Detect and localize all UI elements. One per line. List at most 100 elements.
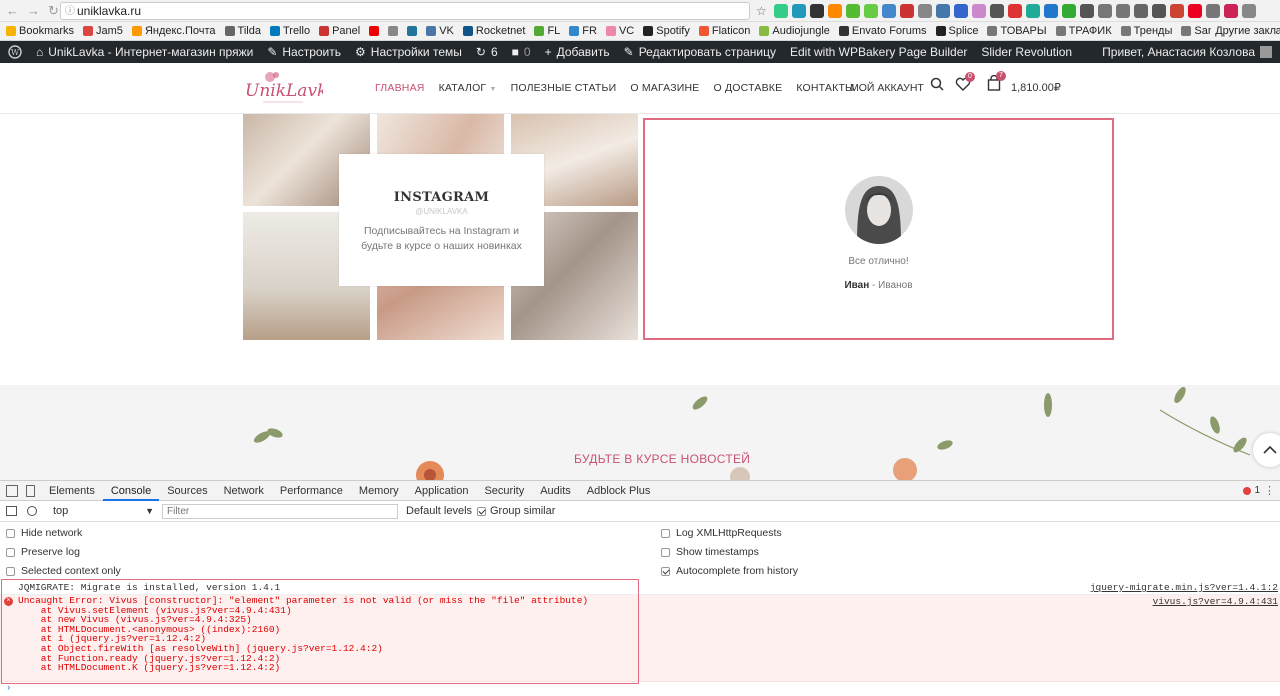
console-setting-option[interactable]: Show timestamps — [661, 546, 759, 558]
tab-security[interactable]: Security — [476, 481, 532, 501]
browser-extension-icon[interactable] — [1044, 4, 1058, 18]
bookmark-item[interactable]: ТРАФИК — [1055, 25, 1112, 37]
nav-item-delivery[interactable]: О ДОСТАВКЕ — [714, 82, 783, 94]
browser-extension-icon[interactable] — [1242, 4, 1256, 18]
setting-checkbox[interactable] — [661, 547, 670, 557]
context-selector[interactable]: top ▼ — [48, 504, 156, 519]
bookmark-item[interactable] — [407, 26, 418, 36]
bookmark-item[interactable]: Splice — [935, 25, 978, 37]
bookmark-item[interactable]: Trello — [269, 25, 310, 37]
instagram-card[interactable]: INSTAGRAM @UNIKLAVKA Подписывайтесь на I… — [339, 154, 544, 286]
browser-extension-icon[interactable] — [990, 4, 1004, 18]
browser-extension-icon[interactable] — [1188, 4, 1202, 18]
browser-extension-icon[interactable] — [1062, 4, 1076, 18]
bookmark-item[interactable]: ТОВАРЫ — [987, 25, 1047, 37]
site-logo[interactable]: UnikLavka — [243, 71, 337, 107]
log-levels-dropdown[interactable]: Default levels ▼ — [406, 505, 483, 517]
bookmark-item[interactable]: FR — [569, 25, 597, 37]
console-prompt-icon[interactable]: › — [6, 683, 11, 693]
stack-frame[interactable]: at HTMLDocument.K (jquery.js?ver=1.12.4:… — [18, 663, 1280, 673]
scroll-to-top-button[interactable] — [1253, 433, 1280, 467]
console-setting-option[interactable]: Selected context only — [6, 565, 121, 577]
setting-checkbox[interactable] — [6, 566, 15, 576]
browser-extension-icon[interactable] — [882, 4, 896, 18]
nav-item-about[interactable]: О МАГАЗИНЕ — [630, 82, 699, 94]
browser-extension-icon[interactable] — [774, 4, 788, 18]
browser-extension-icon[interactable] — [828, 4, 842, 18]
browser-extension-icon[interactable] — [1098, 4, 1112, 18]
nav-item-catalog[interactable]: КАТАЛОГ ▼ — [439, 82, 497, 94]
cart-total[interactable]: 1,810.00₽ — [1011, 81, 1061, 94]
bookmark-item[interactable]: Rocketnet — [462, 25, 525, 37]
info-icon[interactable]: ⓘ — [65, 4, 75, 20]
admin-add-new-link[interactable]: + Добавить — [545, 45, 610, 59]
bookmark-item[interactable]: Panel — [319, 25, 360, 37]
bookmark-item[interactable]: Audiojungle — [759, 25, 830, 37]
browser-extension-icon[interactable] — [936, 4, 950, 18]
bookmark-item[interactable]: Bookmarks — [6, 25, 74, 37]
admin-slider-link[interactable]: Slider Revolution — [981, 45, 1072, 59]
search-icon[interactable] — [930, 77, 944, 94]
admin-wpbakery-link[interactable]: Edit with WPBakery Page Builder — [790, 45, 967, 59]
bookmark-item[interactable]: Envato Forums — [838, 25, 927, 37]
clear-console-icon[interactable] — [27, 506, 37, 516]
bookmark-item[interactable]: Tilda — [224, 25, 261, 37]
tab-adblock-plus[interactable]: Adblock Plus — [579, 481, 659, 501]
bookmark-item[interactable]: VK — [426, 25, 454, 37]
bookmark-item[interactable] — [369, 26, 380, 36]
console-setting-option[interactable]: Log XMLHttpRequests — [661, 527, 782, 539]
tab-console[interactable]: Console — [102, 481, 160, 501]
admin-customize-link[interactable]: ✎ Настроить — [267, 45, 341, 59]
bookmark-item[interactable]: VC — [605, 25, 634, 37]
nav-item-home[interactable]: ГЛАВНАЯ — [375, 82, 425, 94]
more-menu-icon[interactable]: ⋮ — [1264, 484, 1275, 497]
setting-checkbox[interactable] — [6, 547, 15, 557]
browser-extension-icon[interactable] — [918, 4, 932, 18]
tab-sources[interactable]: Sources — [159, 481, 215, 501]
tab-memory[interactable]: Memory — [351, 481, 407, 501]
bookmark-item[interactable]: FL — [534, 25, 560, 37]
sidebar-toggle-icon[interactable] — [6, 506, 17, 516]
setting-checkbox[interactable] — [661, 528, 670, 538]
tab-application[interactable]: Application — [407, 481, 477, 501]
bookmark-item[interactable]: Тренды — [1120, 25, 1172, 37]
browser-extension-icon[interactable] — [1152, 4, 1166, 18]
stack-frame[interactable]: at HTMLDocument.<anonymous> ((index):216… — [18, 625, 1280, 635]
browser-extension-icon[interactable] — [1080, 4, 1094, 18]
reload-icon[interactable]: ↻ — [48, 3, 59, 19]
browser-extension-icon[interactable] — [846, 4, 860, 18]
tab-audits[interactable]: Audits — [532, 481, 579, 501]
browser-extension-icon[interactable] — [1116, 4, 1130, 18]
admin-site-link[interactable]: ⌂ UnikLavka - Интернет-магазин пряжи — [36, 45, 253, 59]
bookmark-item[interactable]: Jam5 — [83, 25, 123, 37]
bookmark-item[interactable] — [388, 26, 399, 36]
error-source-link[interactable]: vivus.js?ver=4.9.4:431 — [1153, 596, 1278, 607]
tab-performance[interactable]: Performance — [272, 481, 351, 501]
group-similar-option[interactable]: Group similar — [477, 505, 555, 517]
browser-extension-icon[interactable] — [1170, 4, 1184, 18]
console-filter-input[interactable] — [162, 504, 398, 519]
my-account-link[interactable]: МОЙ АККАУНТ — [850, 82, 924, 94]
tab-network[interactable]: Network — [216, 481, 272, 501]
browser-extension-icon[interactable] — [810, 4, 824, 18]
bookmark-item[interactable]: Spotify — [643, 25, 690, 37]
browser-extension-icon[interactable] — [792, 4, 806, 18]
browser-extension-icon[interactable] — [1008, 4, 1022, 18]
admin-account-menu[interactable]: Привет, Анастасия Козлова — [1102, 45, 1272, 59]
browser-extension-icon[interactable] — [972, 4, 986, 18]
bookmark-item[interactable]: Яндекс.Почта — [131, 25, 216, 37]
browser-extension-icon[interactable] — [954, 4, 968, 18]
browser-extension-icon[interactable] — [900, 4, 914, 18]
star-bookmark-icon[interactable]: ☆ — [756, 4, 770, 18]
admin-updates-link[interactable]: ↻ 6 — [476, 45, 498, 59]
admin-theme-settings-link[interactable]: ⚙ Настройки темы — [355, 45, 462, 59]
wishlist-icon[interactable]: 0 — [955, 72, 975, 95]
bookmark-item[interactable]: Flaticon — [698, 25, 750, 37]
admin-edit-page-link[interactable]: ✎ Редактировать страницу — [624, 45, 776, 59]
forward-icon[interactable]: → — [27, 3, 40, 19]
cart-icon[interactable]: 7 — [987, 71, 1006, 94]
console-setting-option[interactable]: Hide network — [6, 527, 82, 539]
browser-extension-icon[interactable] — [1206, 4, 1220, 18]
inspect-icon[interactable] — [6, 484, 18, 497]
browser-extension-icon[interactable] — [1224, 4, 1238, 18]
